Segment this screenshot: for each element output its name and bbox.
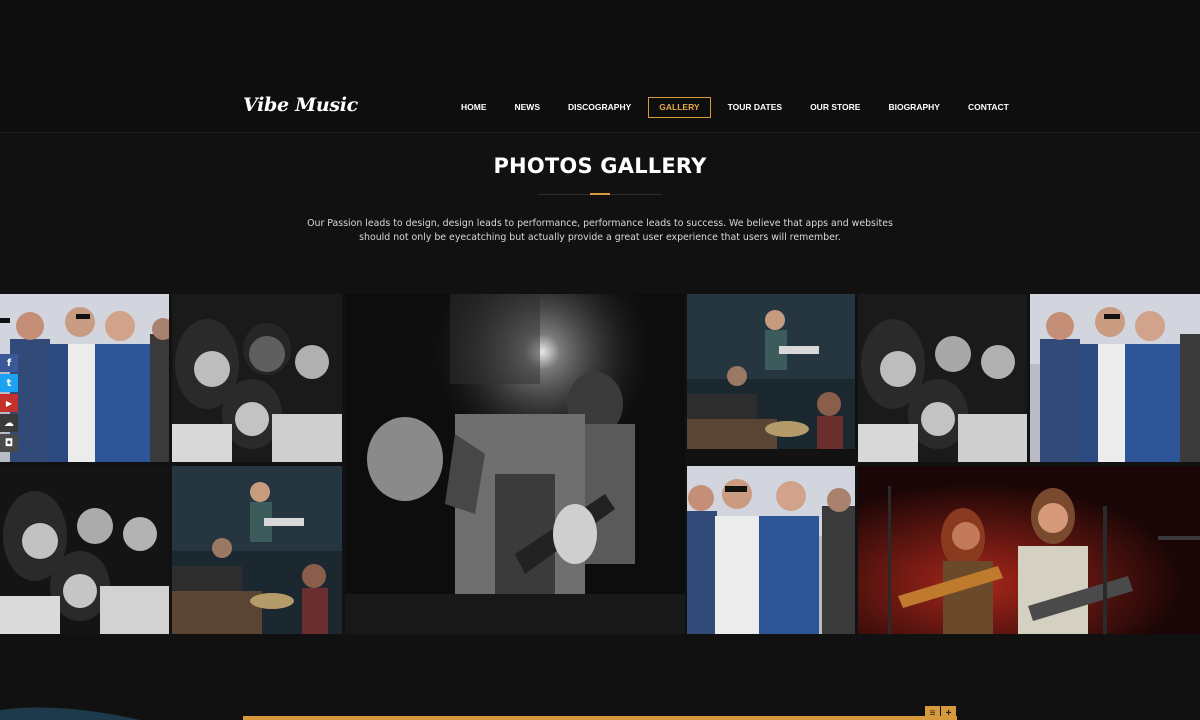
page: Vibe Music HOME NEWS DISCOGRAPHY GALLERY… (0, 0, 1200, 720)
soundcloud-icon[interactable]: ☁ (0, 414, 18, 432)
instagram-icon[interactable]: ◘ (0, 434, 18, 452)
photo-band-four-men-denim-2[interactable] (1030, 294, 1200, 462)
photo-bw-four-musicians-3[interactable] (0, 466, 169, 634)
page-title: PHOTOS GALLERY (493, 154, 707, 178)
nav-item-gallery[interactable]: GALLERY (648, 97, 711, 118)
nav-item-biography[interactable]: BIOGRAPHY (877, 97, 950, 118)
photo-concert-red-light[interactable] (858, 466, 1200, 634)
photo-band-four-men-denim[interactable] (0, 294, 169, 462)
nav-item-home[interactable]: HOME (450, 97, 498, 118)
photo-bw-guitarist-live[interactable] (345, 294, 685, 634)
photo-band-four-men-denim-3[interactable] (687, 466, 855, 634)
photo-bw-four-musicians[interactable] (172, 294, 342, 462)
nav-item-tour-dates[interactable]: TOUR DATES (717, 97, 793, 118)
section-description: Our Passion leads to design, design lead… (307, 218, 893, 243)
photo-gallery (0, 294, 1200, 634)
social-sidebar: f t ▶ ☁ ◘ (0, 354, 18, 454)
nav-item-contact[interactable]: CONTACT (957, 97, 1020, 118)
bottom-wave-decoration (0, 707, 140, 720)
photo-bw-four-musicians-2[interactable] (858, 294, 1027, 462)
plus-icon[interactable]: + (941, 706, 956, 720)
photo-studio-band-keyboards[interactable] (687, 294, 855, 462)
nav-item-news[interactable]: NEWS (504, 97, 552, 118)
facebook-icon[interactable]: f (0, 354, 18, 372)
youtube-icon[interactable]: ▶ (0, 394, 18, 412)
main-nav: HOME NEWS DISCOGRAPHY GALLERY TOUR DATES… (450, 97, 1026, 118)
nav-item-our-store[interactable]: OUR STORE (799, 97, 871, 118)
title-divider-accent (590, 193, 610, 195)
photo-studio-band-keyboards-2[interactable] (172, 466, 342, 634)
menu-icon[interactable]: ≡ (925, 706, 940, 720)
site-header: Vibe Music HOME NEWS DISCOGRAPHY GALLERY… (0, 0, 1200, 133)
nav-item-discography[interactable]: DISCOGRAPHY (557, 97, 642, 118)
player-progress-bar[interactable] (243, 716, 957, 720)
site-logo[interactable]: Vibe Music (243, 94, 358, 116)
twitter-icon[interactable]: t (0, 374, 18, 392)
